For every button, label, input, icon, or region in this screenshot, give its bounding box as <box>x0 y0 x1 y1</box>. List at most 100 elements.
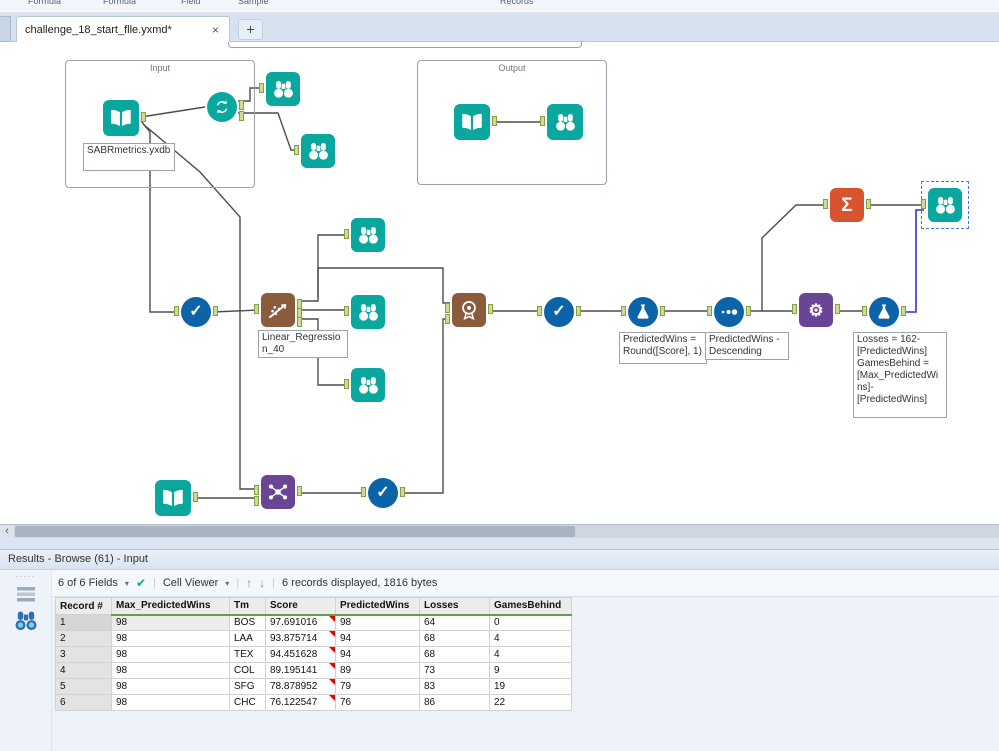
table-row[interactable]: 2 98 LAA 93.875714 94 68 4 <box>55 630 572 647</box>
table-cell[interactable]: 73 <box>419 662 490 679</box>
annotation-formula-losses[interactable]: Losses = 162-[PredictedWins] GamesBehind… <box>853 332 947 418</box>
linear-regression-tool[interactable] <box>254 293 302 327</box>
output-anchor[interactable] <box>660 306 665 316</box>
input-anchor[interactable] <box>823 199 828 209</box>
input-anchor[interactable] <box>792 304 797 314</box>
table-cell[interactable]: BOS <box>229 614 266 631</box>
cell-viewer-dropdown[interactable]: Cell Viewer <box>163 577 218 589</box>
table-cell[interactable]: TEX <box>229 646 266 663</box>
summarize-tool[interactable]: Σ <box>823 188 871 222</box>
output-anchor[interactable] <box>488 304 493 314</box>
table-cell[interactable]: COL <box>229 662 266 679</box>
collapsed-panel-stub[interactable] <box>0 16 11 42</box>
input-anchor[interactable] <box>344 379 349 389</box>
output-anchor[interactable] <box>141 112 146 122</box>
table-cell[interactable]: 68 <box>419 630 490 647</box>
annotation-linear-regression[interactable]: Linear_Regression_40 <box>258 330 348 358</box>
table-cell[interactable]: 5 <box>55 678 112 695</box>
table-cell[interactable]: 83 <box>419 678 490 695</box>
output-anchor[interactable] <box>400 487 405 497</box>
annotation-input-file[interactable]: SABRmetrics.yxdb <box>83 143 175 171</box>
table-cell[interactable]: 2 <box>55 630 112 647</box>
browse-tool-5[interactable] <box>344 368 385 402</box>
table-cell[interactable]: 4 <box>489 630 572 647</box>
input-anchor-d[interactable] <box>445 302 450 313</box>
horizontal-scrollbar[interactable]: ‹ <box>0 524 999 538</box>
input-anchor[interactable] <box>537 306 542 316</box>
input-anchor-m[interactable] <box>445 314 450 325</box>
down-arrow-icon[interactable]: ↓ <box>259 576 265 590</box>
table-cell[interactable]: 78.878952 <box>265 678 336 695</box>
panel-splitter[interactable] <box>0 538 999 549</box>
table-row[interactable]: 4 98 COL 89.195141 89 73 9 <box>55 662 572 679</box>
annotation-sort[interactable]: PredictedWins - Descending <box>705 332 789 360</box>
new-tab-button[interactable]: + <box>238 19 263 40</box>
container-partial[interactable] <box>228 42 582 48</box>
table-cell[interactable]: 86 <box>419 694 490 711</box>
table-cell[interactable]: CHC <box>229 694 266 711</box>
table-cell[interactable]: 0 <box>489 614 572 631</box>
palette-label[interactable]: Sample <box>238 0 269 6</box>
table-row[interactable]: 1 98 BOS 97.691016 98 64 0 <box>55 614 572 631</box>
formula-tool-2[interactable] <box>862 297 906 327</box>
scrollbar-thumb[interactable] <box>15 526 575 537</box>
table-cell[interactable]: 94 <box>335 630 420 647</box>
column-header[interactable]: PredictedWins <box>335 597 420 616</box>
column-header[interactable]: Max_PredictedWins <box>111 597 230 616</box>
table-cell[interactable]: LAA <box>229 630 266 647</box>
chevron-down-icon[interactable]: ▾ <box>225 579 229 588</box>
table-cell[interactable]: 4 <box>489 646 572 663</box>
input-anchor[interactable] <box>174 306 179 316</box>
browse-tool-selected[interactable] <box>921 188 962 222</box>
column-header[interactable]: Losses <box>419 597 490 616</box>
input-anchor[interactable] <box>707 306 712 316</box>
table-cell[interactable]: 98 <box>111 662 230 679</box>
table-cell[interactable]: 68 <box>419 646 490 663</box>
table-cell[interactable]: 6 <box>55 694 112 711</box>
output-anchor[interactable] <box>576 306 581 316</box>
input-anchor[interactable] <box>344 306 349 316</box>
palette-label[interactable]: Field <box>181 0 201 6</box>
table-row[interactable]: 5 98 SFG 78.878952 79 83 19 <box>55 678 572 695</box>
output-anchor[interactable] <box>835 304 840 314</box>
input-anchor[interactable] <box>862 306 867 316</box>
input-anchor[interactable] <box>259 83 264 93</box>
table-row[interactable]: 3 98 TEX 94.451628 94 68 4 <box>55 646 572 663</box>
column-header[interactable]: Record # <box>55 597 112 615</box>
output-anchor-i[interactable] <box>239 110 244 121</box>
input-anchor[interactable] <box>361 487 366 497</box>
palette-label[interactable]: Formula <box>103 0 136 6</box>
browse-tool-2[interactable] <box>294 134 335 168</box>
table-view-icon[interactable] <box>15 585 37 603</box>
results-table[interactable]: Record # Max_PredictedWins Tm Score Predicte… <box>55 597 572 711</box>
output-anchor[interactable] <box>297 486 302 496</box>
browse-tool-1[interactable] <box>259 72 300 106</box>
output-anchor[interactable] <box>901 306 906 316</box>
table-cell[interactable]: 98 <box>111 646 230 663</box>
table-cell[interactable]: 19 <box>489 678 572 695</box>
input-anchor-r[interactable] <box>254 496 259 507</box>
fields-dropdown[interactable]: 6 of 6 Fields <box>58 577 118 589</box>
select-tool-1[interactable]: ✓ <box>174 297 218 327</box>
browse-view-icon[interactable] <box>11 607 41 635</box>
column-header[interactable]: Tm <box>229 597 266 616</box>
apply-check-icon[interactable]: ✔ <box>136 576 146 590</box>
table-row[interactable]: 6 98 CHC 76.122547 76 86 22 <box>55 694 572 711</box>
palette-label[interactable]: Records <box>500 0 534 6</box>
sort-tool[interactable] <box>707 297 751 327</box>
output-anchor-r[interactable] <box>239 100 244 111</box>
output-anchor[interactable] <box>193 492 198 502</box>
rail-grip[interactable]: ····· <box>0 571 51 581</box>
table-cell[interactable]: 3 <box>55 646 112 663</box>
table-cell[interactable]: 22 <box>489 694 572 711</box>
input-anchor[interactable] <box>621 306 626 316</box>
output-anchor[interactable] <box>213 306 218 316</box>
workflow-canvas[interactable]: Input Output SABRmetrics.yxdb Σ ✓ Linear… <box>0 42 999 524</box>
table-cell[interactable]: 4 <box>55 662 112 679</box>
table-cell[interactable]: 89.195141 <box>265 662 336 679</box>
annotation-formula-predictedwins[interactable]: PredictedWins = Round([Score], 1) <box>619 332 707 364</box>
table-cell[interactable]: 76.122547 <box>265 694 336 711</box>
input-anchor[interactable] <box>921 199 926 209</box>
table-cell[interactable]: SFG <box>229 678 266 695</box>
up-arrow-icon[interactable]: ↑ <box>246 576 252 590</box>
